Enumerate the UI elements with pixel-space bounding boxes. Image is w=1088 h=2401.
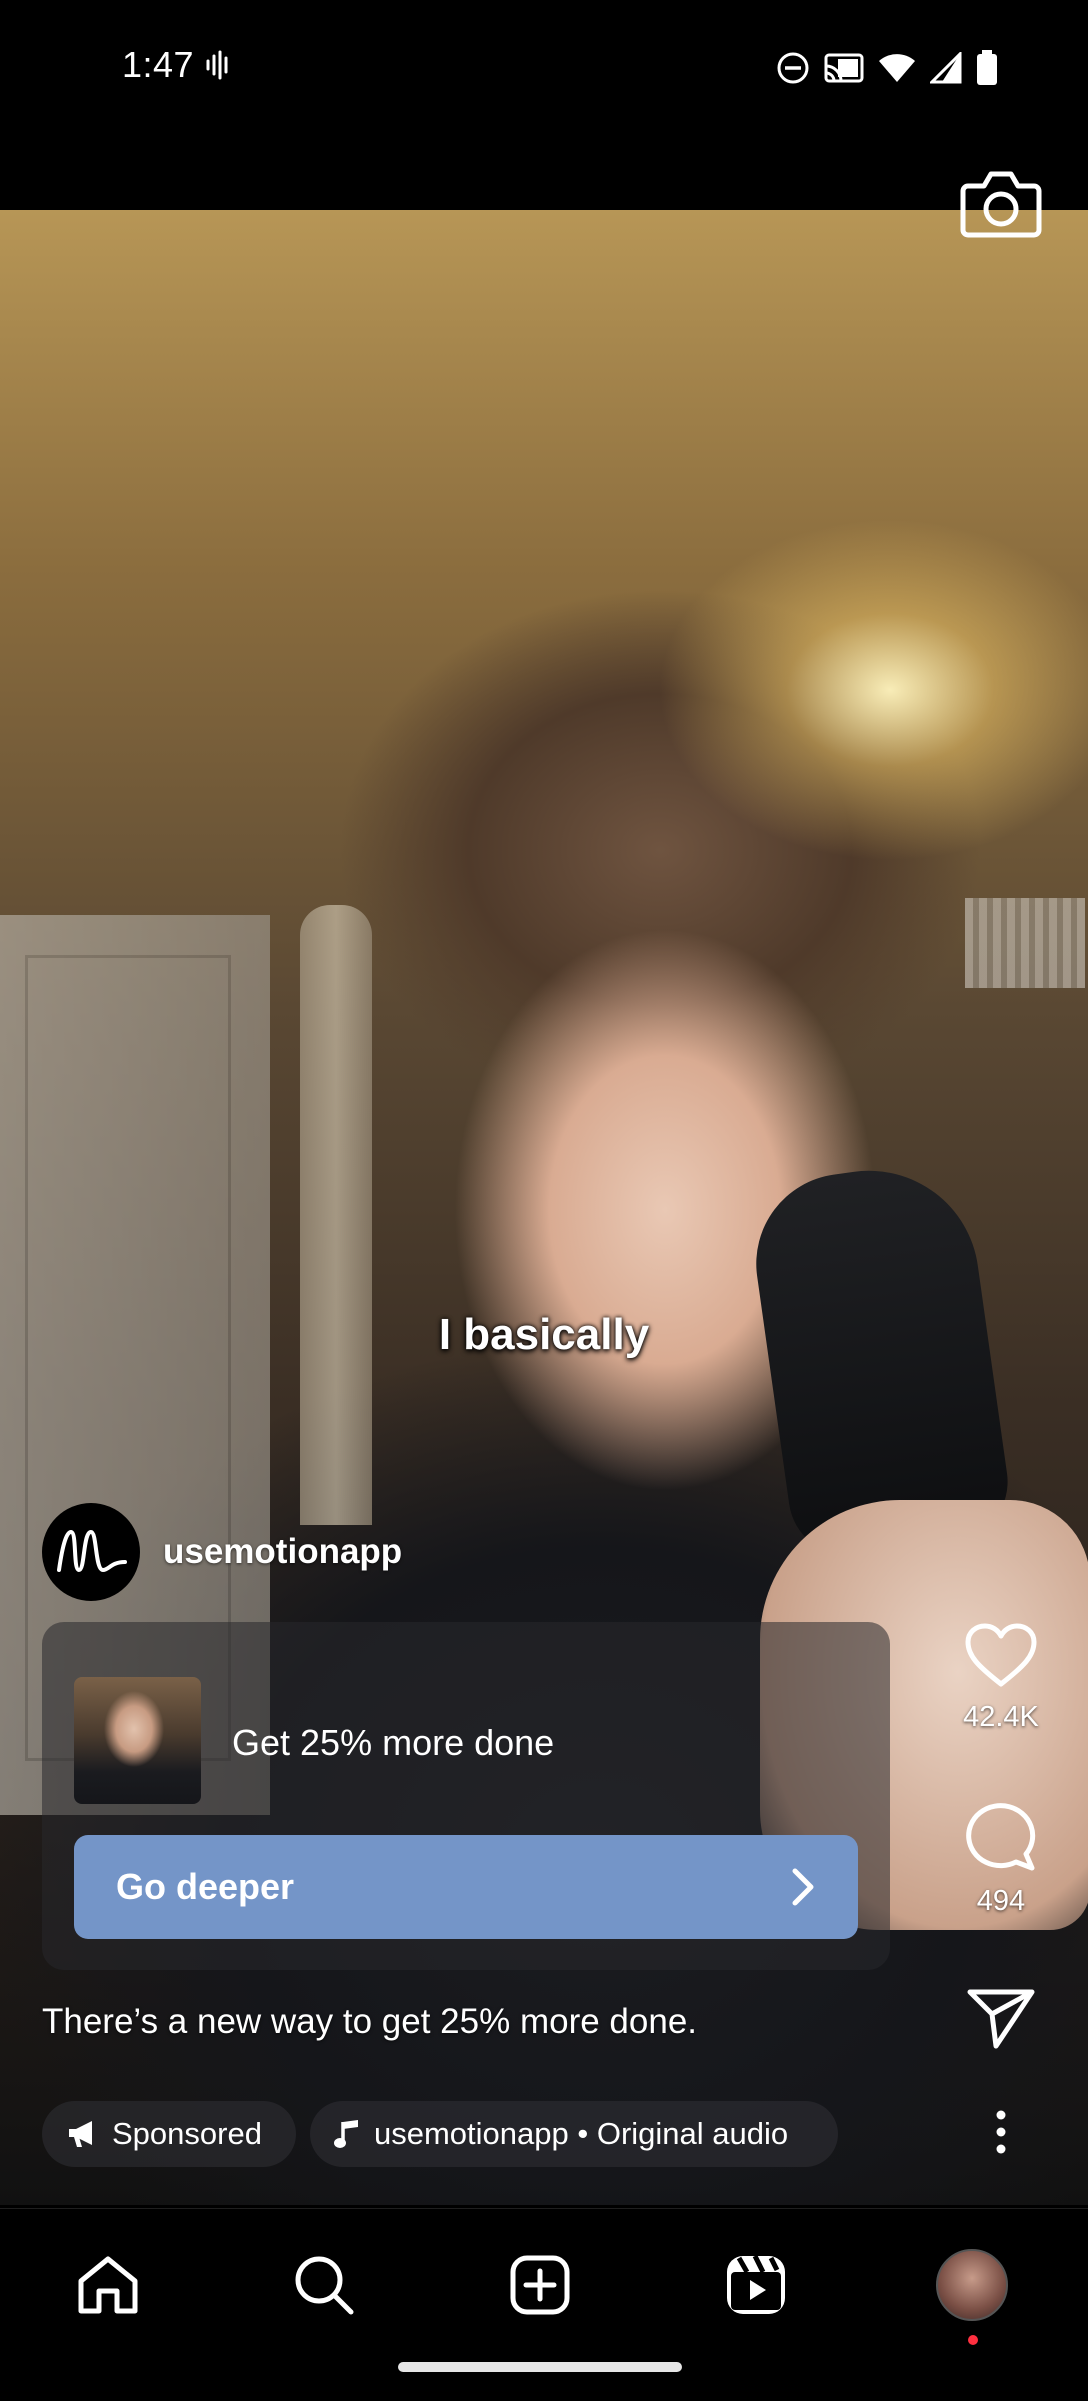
ad-card[interactable]: Get 25% more done Go deeper [42,1622,890,1970]
go-deeper-button[interactable]: Go deeper [74,1835,858,1939]
music-note-icon [334,2120,358,2148]
ad-headline: Get 25% more done [232,1722,555,1763]
more-vertical-icon [996,2110,1006,2154]
search-icon [295,2256,354,2315]
video-caption: I basically [438,1310,650,1359]
comment-count: 494 [976,1885,1026,1917]
nav-search[interactable] [284,2245,364,2325]
nav-create[interactable] [500,2245,580,2325]
account-name[interactable]: usemotionapp [163,1532,402,1572]
like-count: 42.4K [963,1701,1039,1733]
profile-avatar [936,2249,1008,2321]
post-description[interactable]: There’s a new way to get 25% more done. [42,2002,697,2042]
send-icon[interactable] [966,1988,1036,2050]
comment-action[interactable]: 494 [940,1800,1062,1918]
audio-label: usemotionapp • Original audio [374,2116,789,2151]
sponsored-label: Sponsored [112,2116,262,2151]
more-options-button[interactable] [940,2110,1062,2159]
cast-icon [824,51,864,90]
wifi-icon [878,52,916,89]
megaphone-icon [69,2121,92,2147]
home-icon [78,2256,138,2314]
heart-icon[interactable] [964,1622,1038,1688]
chevron-right-icon [792,1868,814,1906]
original-audio-pill[interactable]: usemotionapp • Original audio [310,2101,838,2167]
home-indicator[interactable] [398,2362,682,2372]
cta-label: Go deeper [116,1866,295,1907]
motion-logo-icon [57,1529,127,1573]
reels-icon [727,2254,785,2314]
signal-icon [928,50,962,89]
nav-profile[interactable] [932,2245,1012,2345]
status-icons [776,50,998,91]
nav-home[interactable] [68,2245,148,2325]
ad-thumbnail[interactable] [74,1677,201,1804]
account-avatar[interactable] [42,1503,140,1601]
like-action[interactable]: 42.4K [940,1622,1062,1734]
nav-reels[interactable] [716,2245,796,2325]
vibrate-icon [205,50,231,85]
do-not-disturb-icon [776,51,810,90]
camera-button[interactable] [960,168,1042,240]
create-icon [510,2255,570,2315]
notification-dot [968,2335,978,2345]
sponsored-pill[interactable]: Sponsored [42,2101,296,2167]
camera-icon [960,171,1042,238]
status-time: 1:47 [122,44,195,85]
status-bar: 1:47 [0,0,1088,210]
share-action[interactable] [940,1988,1062,2055]
battery-icon [976,50,998,91]
comment-icon[interactable] [964,1800,1038,1872]
bottom-nav [0,2208,1088,2401]
